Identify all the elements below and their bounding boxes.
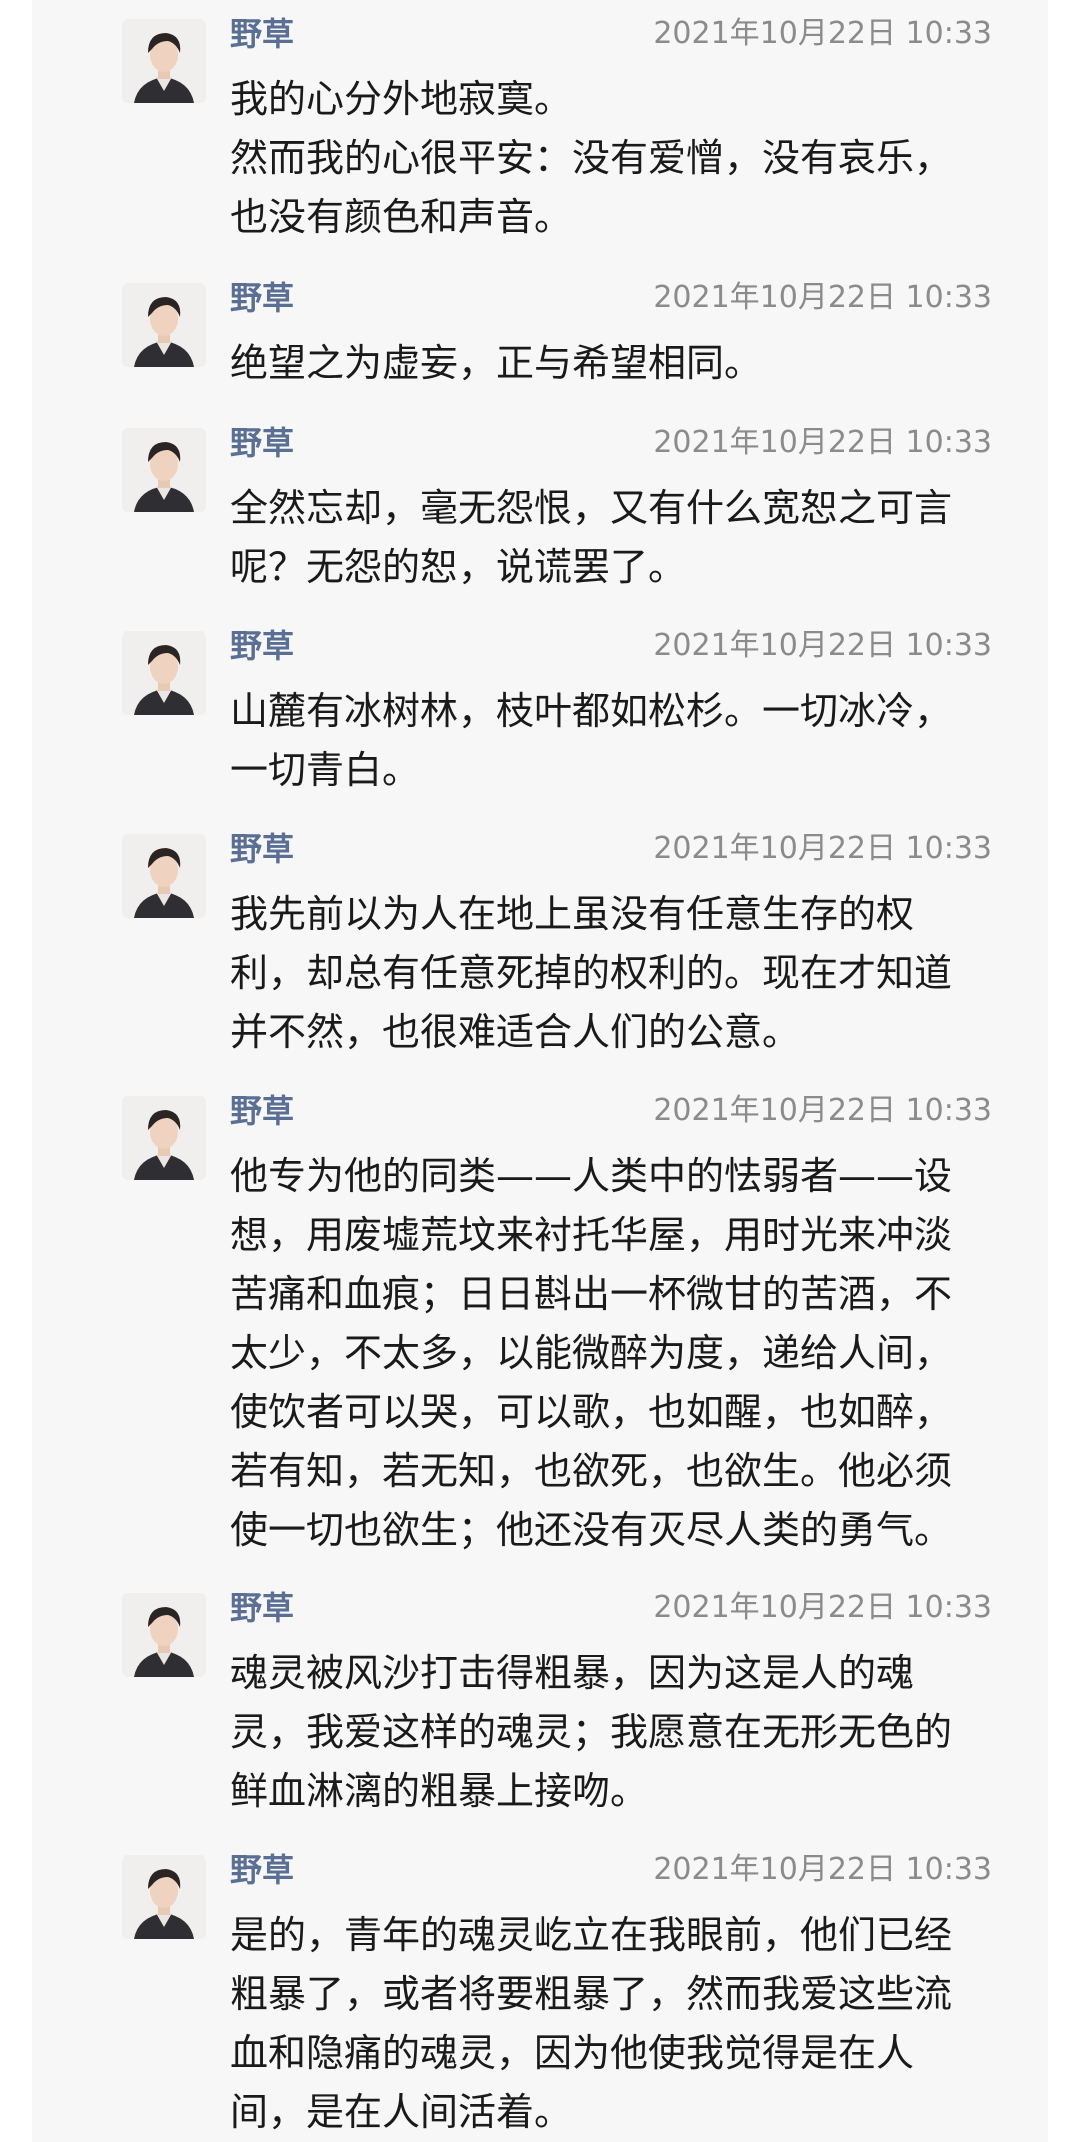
message-line: 绝望之为虚妄，正与希望相同。	[230, 341, 763, 385]
sender-name[interactable]: 野草	[230, 626, 294, 666]
sender-name[interactable]: 野草	[230, 1588, 294, 1628]
message-line: 使一切也欲生；他还没有灭尽人类的勇气。	[230, 1508, 953, 1552]
message-timestamp: 2021年10月22日 10:33	[653, 831, 992, 866]
avatar-portrait-icon	[122, 834, 206, 918]
sender-name[interactable]: 野草	[230, 423, 294, 463]
message-line: 苦痛和血痕；日日斟出一杯微甘的苦酒，不	[230, 1272, 953, 1316]
message-text: 是的，青年的魂灵屹立在我眼前，他们已经 粗暴了，或者将要粗暴了，然而我爱这些流 …	[230, 1906, 1010, 2142]
avatar[interactable]	[122, 283, 206, 367]
message-line: 魂灵被风沙打击得粗暴，因为这是人的魂	[230, 1651, 915, 1695]
message-line: 我先前以为人在地上虽没有任意生存的权	[230, 892, 915, 936]
message-line: 山麓有冰树林，枝叶都如松杉。一切冰冷，	[230, 689, 953, 733]
message-timestamp: 2021年10月22日 10:33	[653, 16, 992, 51]
message-line: 一切青白。	[230, 748, 421, 792]
message-timestamp: 2021年10月22日 10:33	[653, 1093, 992, 1128]
sender-name[interactable]: 野草	[230, 278, 294, 318]
message-line: 血和隐痛的魂灵，因为他使我觉得是在人	[230, 2031, 915, 2075]
message-timestamp: 2021年10月22日 10:33	[653, 280, 992, 315]
message-timestamp: 2021年10月22日 10:33	[653, 1852, 992, 1887]
avatar[interactable]	[122, 834, 206, 918]
avatar-portrait-icon	[122, 283, 206, 367]
message-line: 并不然，也很难适合人们的公意。	[230, 1010, 801, 1054]
message-line: 是的，青年的魂灵屹立在我眼前，他们已经	[230, 1913, 953, 1957]
message-line: 全然忘却，毫无怨恨，又有什么宽恕之可言	[230, 486, 953, 530]
sender-name[interactable]: 野草	[230, 829, 294, 869]
avatar-portrait-icon	[122, 1096, 206, 1180]
message-line: 想，用废墟荒坟来衬托华屋，用时光来冲淡	[230, 1213, 953, 1257]
message-text: 魂灵被风沙打击得粗暴，因为这是人的魂 灵，我爱这样的魂灵；我愿意在无形无色的 鲜…	[230, 1644, 1010, 1821]
message-line: 间，是在人间活着。	[230, 2090, 573, 2134]
message-timestamp: 2021年10月22日 10:33	[653, 628, 992, 663]
avatar[interactable]	[122, 1096, 206, 1180]
sender-name[interactable]: 野草	[230, 1091, 294, 1131]
message-line: 也没有颜色和声音。	[230, 195, 573, 239]
message-text: 我先前以为人在地上虽没有任意生存的权 利，却总有任意死掉的权利的。现在才知道 并…	[230, 885, 1010, 1062]
message-text: 我的心分外地寂寞。 然而我的心很平安：没有爱憎，没有哀乐， 也没有颜色和声音。	[230, 70, 1010, 247]
message-line: 太少，不太多，以能微醉为度，递给人间，	[230, 1331, 953, 1375]
message-timestamp: 2021年10月22日 10:33	[653, 425, 992, 460]
message-line: 他专为他的同类——人类中的怯弱者——设	[230, 1154, 953, 1198]
message-line: 然而我的心很平安：没有爱憎，没有哀乐，	[230, 136, 953, 180]
avatar[interactable]	[122, 428, 206, 512]
message-timestamp: 2021年10月22日 10:33	[653, 1590, 992, 1625]
avatar[interactable]	[122, 1855, 206, 1939]
message-line: 我的心分外地寂寞。	[230, 77, 573, 121]
message-line: 使饮者可以哭，可以歌，也如醒，也如醉，	[230, 1390, 953, 1434]
sender-name[interactable]: 野草	[230, 1850, 294, 1890]
message-line: 呢？无怨的恕，说谎罢了。	[230, 545, 687, 589]
avatar-portrait-icon	[122, 1855, 206, 1939]
message-line: 灵，我爱这样的魂灵；我愿意在无形无色的	[230, 1710, 953, 1754]
message-text: 山麓有冰树林，枝叶都如松杉。一切冰冷， 一切青白。	[230, 682, 1010, 800]
message-line: 利，却总有任意死掉的权利的。现在才知道	[230, 951, 953, 995]
avatar[interactable]	[122, 1593, 206, 1677]
message-text: 他专为他的同类——人类中的怯弱者——设 想，用废墟荒坟来衬托华屋，用时光来冲淡 …	[230, 1147, 1010, 1560]
avatar-portrait-icon	[122, 1593, 206, 1677]
message-line: 粗暴了，或者将要粗暴了，然而我爱这些流	[230, 1972, 953, 2016]
avatar-portrait-icon	[122, 631, 206, 715]
avatar[interactable]	[122, 19, 206, 103]
avatar-portrait-icon	[122, 428, 206, 512]
avatar-portrait-icon	[122, 19, 206, 103]
message-text: 全然忘却，毫无怨恨，又有什么宽恕之可言 呢？无怨的恕，说谎罢了。	[230, 479, 1010, 597]
sender-name[interactable]: 野草	[230, 14, 294, 54]
message-text: 绝望之为虚妄，正与希望相同。	[230, 334, 1010, 393]
message-line: 鲜血淋漓的粗暴上接吻。	[230, 1769, 649, 1813]
message-line: 若有知，若无知，也欲死，也欲生。他必须	[230, 1449, 953, 1493]
avatar[interactable]	[122, 631, 206, 715]
chat-panel: 野草 2021年10月22日 10:33 我的心分外地寂寞。 然而我的心很平安：…	[32, 0, 1048, 2142]
